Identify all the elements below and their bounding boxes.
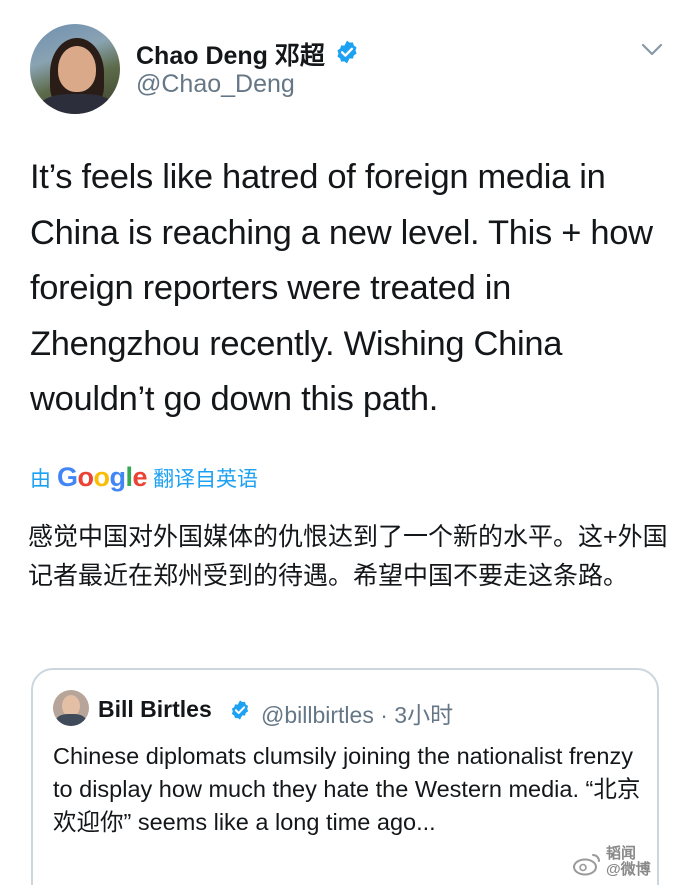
verified-badge-icon [337,40,357,64]
weibo-logo-icon [573,854,600,876]
tweet-screen: Chao Deng 邓超 @Chao_Deng It’s feels like … [0,0,690,885]
tweet-text: It’s feels like hatred of foreign media … [30,158,653,418]
translated-prefix: 由 [30,467,51,491]
quoted-separator: · [380,702,388,728]
author-display-name[interactable]: Chao Deng 邓超 [136,36,325,72]
quoted-author-avatar[interactable] [53,690,89,726]
watermark-line-2: @微博 [606,861,651,878]
quoted-time: 3小时 [394,702,454,728]
quoted-meta: @billbirtles · 3小时 [261,696,453,730]
watermark-line-1: 韬闻 [606,845,637,862]
chevron-down-icon[interactable] [640,42,664,58]
weibo-watermark: 韬闻 @微博 [572,842,682,880]
quoted-verified-badge-icon [231,700,249,720]
author-avatar[interactable] [30,24,120,114]
translated-suffix: 翻译自英语 [153,467,259,491]
quoted-tweet-text: Chinese diplomats clumsily joining the n… [53,743,641,835]
author-handle[interactable]: @Chao_Deng [136,70,295,99]
translated-text: 感觉中国对外国媒体的仇恨达到了一个新的水平。这+外国记者最近在郑州受到的待遇。希… [28,523,668,590]
watermark-text: 韬闻 @微博 [606,846,651,878]
quoted-handle: @billbirtles [261,702,374,728]
translated-by-google[interactable]: 由 Google 翻译自英语 [30,462,258,493]
quoted-author-name: Bill Birtles [98,696,212,722]
google-logo: Google [57,462,148,492]
quoted-tweet[interactable]: Bill Birtles @billbirtles · 3小时 Chinese … [31,668,659,885]
